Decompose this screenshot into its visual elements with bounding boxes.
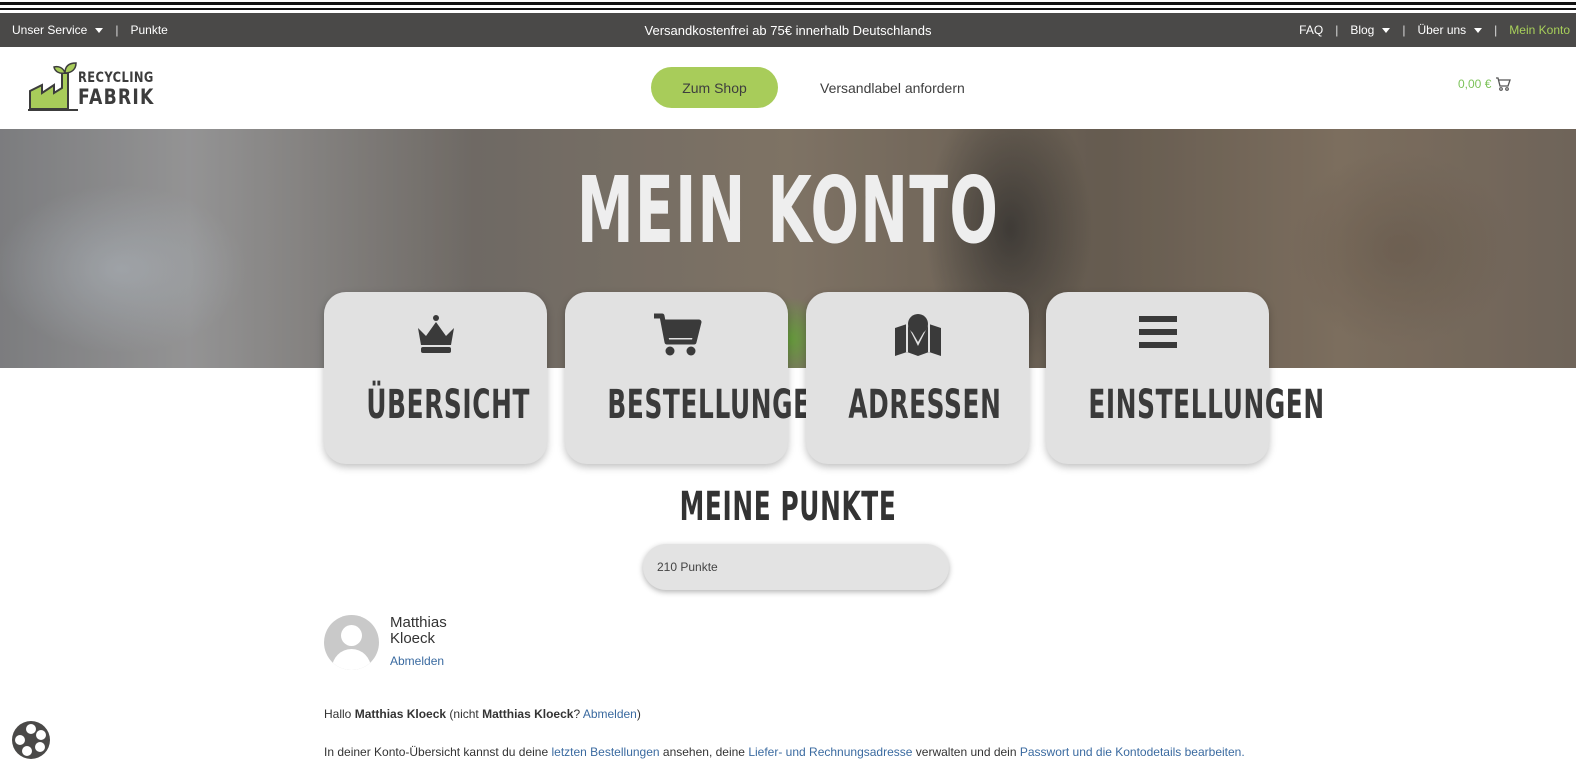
recent-orders-link[interactable]: letzten Bestellungen: [551, 745, 659, 759]
separator: |: [1402, 23, 1406, 37]
my-account-link[interactable]: Mein Konto: [1509, 23, 1570, 37]
points-heading: Meine Punkte: [679, 484, 897, 530]
menu-icon: [1046, 312, 1269, 358]
factory-logo-icon: [28, 62, 78, 111]
separator: |: [1335, 23, 1339, 37]
service-menu-label: Unser Service: [12, 23, 88, 37]
card-overview-label: Übersicht: [366, 382, 530, 428]
cart-link[interactable]: 0,00 €: [1458, 77, 1512, 91]
logo-text: RECYCLING FABRIK: [78, 71, 171, 108]
greeting-name: Matthias Kloeck: [354, 707, 447, 721]
page-title: Mein Konto: [576, 157, 1000, 264]
shipping-label-link[interactable]: Versandlabel anfordern: [820, 67, 965, 108]
card-addresses-label: Adressen: [848, 382, 1002, 428]
greeting-logout-link[interactable]: Abmelden: [583, 707, 637, 721]
service-menu[interactable]: Unser Service: [12, 23, 104, 37]
recycle-icon: [12, 721, 50, 759]
logo-line-2: FABRIK: [78, 85, 155, 109]
top-bar: Unser Service | Punkte Versandkostenfrei…: [0, 13, 1576, 47]
site-logo[interactable]: RECYCLING FABRIK: [28, 61, 153, 113]
crown-icon: [324, 312, 547, 358]
hero-banner: Mein Konto: [0, 129, 1576, 368]
cookie-settings-button[interactable]: [10, 719, 52, 761]
shop-button[interactable]: Zum Shop: [651, 67, 778, 108]
points-value: 210 Punkte: [657, 560, 718, 574]
card-settings-label: Einstellungen: [1088, 382, 1325, 428]
faq-link[interactable]: FAQ: [1299, 23, 1323, 37]
card-addresses[interactable]: Adressen: [806, 292, 1029, 464]
chevron-down-icon: [95, 27, 104, 33]
site-header: RECYCLING FABRIK Zum Shop Versandlabel a…: [0, 47, 1576, 129]
overview-text-1: In deiner Konto-Übersicht kannst du dein…: [324, 745, 549, 759]
logo-line-1: RECYCLING: [78, 70, 154, 86]
blog-menu[interactable]: Blog: [1350, 23, 1391, 37]
greeting-question: ?: [573, 707, 581, 721]
user-name: Matthias Kloeck: [390, 615, 460, 647]
cart-total: 0,00 €: [1458, 77, 1492, 91]
card-settings[interactable]: Einstellungen: [1046, 292, 1325, 464]
separator: |: [115, 23, 119, 37]
about-menu-label: Über uns: [1417, 23, 1467, 37]
user-last-name: Kloeck: [390, 630, 436, 647]
card-orders-label: Bestellungen: [607, 382, 833, 428]
chevron-down-icon: [1474, 27, 1483, 33]
greeting-not: (nicht: [449, 707, 479, 721]
greeting-close: ): [636, 707, 641, 721]
greeting-name-2: Matthias Kloeck: [482, 707, 574, 721]
account-details-link[interactable]: Passwort und die Kontodetails bearbeiten: [1020, 745, 1241, 759]
avatar: [324, 615, 379, 670]
card-orders[interactable]: Bestellungen: [565, 292, 833, 464]
logout-link[interactable]: Abmelden: [390, 654, 444, 668]
topbar-left: Unser Service | Punkte: [12, 13, 168, 47]
topbar-right: FAQ | Blog | Über uns | Mein Konto: [1299, 13, 1570, 47]
overview-text: In deiner Konto-Übersicht kannst du dein…: [324, 745, 1245, 759]
cart-icon: [565, 312, 788, 358]
map-icon: [806, 312, 1029, 358]
greeting-text: Hallo Matthias Kloeck (nicht Matthias Kl…: [324, 707, 641, 721]
blog-menu-label: Blog: [1350, 23, 1375, 37]
top-border: [0, 0, 1576, 13]
user-first-name: Matthias: [390, 614, 447, 631]
greeting-hello: Hallo: [324, 707, 352, 721]
overview-text-2: ansehen, deine: [662, 745, 745, 759]
points-link[interactable]: Punkte: [130, 23, 167, 37]
points-display: 210 Punkte: [643, 544, 949, 590]
cart-icon: [1496, 77, 1512, 91]
announcement-text: Versandkostenfrei ab 75€ innerhalb Deuts…: [644, 22, 932, 38]
about-menu[interactable]: Über uns: [1417, 23, 1483, 37]
overview-text-end: .: [1241, 745, 1245, 759]
chevron-down-icon: [1382, 27, 1391, 33]
addresses-link[interactable]: Liefer- und Rechnungsadresse: [748, 745, 912, 759]
overview-text-3: verwalten und dein: [915, 745, 1017, 759]
separator: |: [1494, 23, 1498, 37]
card-overview[interactable]: Übersicht: [324, 292, 547, 464]
